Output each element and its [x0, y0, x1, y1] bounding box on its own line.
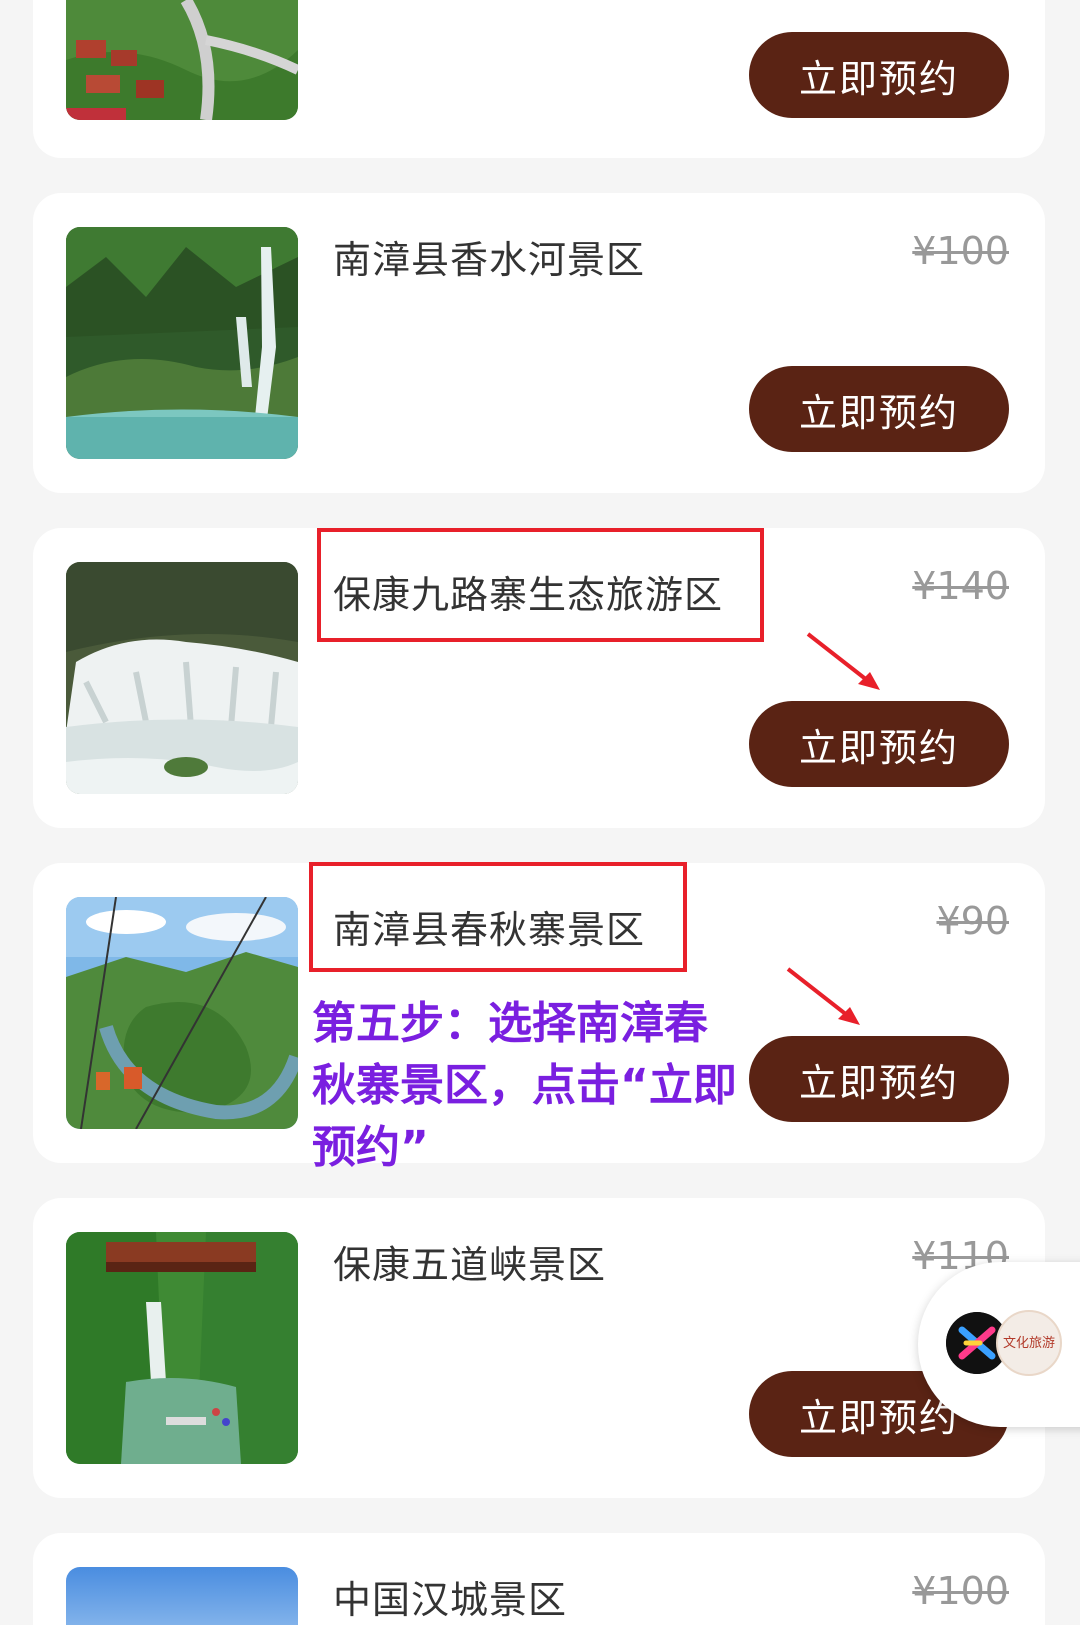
scenic-name: 中国汉城景区 — [333, 1578, 568, 1622]
badge-text: 文化旅游 — [1002, 1335, 1055, 1351]
scenic-card[interactable]: 中国汉城景区 ¥100 — [33, 1533, 1045, 1625]
scenic-thumbnail — [66, 1567, 298, 1625]
scenic-thumbnail — [66, 1232, 298, 1464]
book-now-button[interactable]: 立即预约 — [749, 366, 1009, 452]
scenic-thumbnail — [66, 227, 298, 459]
original-price: ¥90 — [936, 899, 1009, 943]
arrow-icon — [786, 967, 860, 1025]
highlight-box — [309, 862, 687, 972]
book-now-button[interactable]: 立即预约 — [749, 701, 1009, 787]
scenic-card[interactable]: 南漳县香水河景区 ¥100 立即预约 — [33, 193, 1045, 493]
scenic-thumbnail — [66, 0, 298, 120]
highlight-box — [317, 528, 764, 642]
scenic-thumbnail — [66, 897, 298, 1129]
floating-widget[interactable]: 文化旅游 — [918, 1262, 1080, 1427]
culture-tourism-badge-icon[interactable]: 文化旅游 — [996, 1310, 1062, 1376]
scenic-name: 保康五道峡景区 — [333, 1243, 607, 1287]
book-now-button[interactable]: 立即预约 — [749, 1036, 1009, 1122]
original-price: ¥100 — [912, 229, 1009, 273]
scenic-name: 南漳县香水河景区 — [333, 238, 646, 282]
scenic-card[interactable]: 保康五道峡景区 ¥110 立即预约 — [33, 1198, 1045, 1498]
instruction-text: 第五步：选择南漳春秋寨景区，点击“立即预约” — [312, 998, 737, 1173]
original-price: ¥140 — [912, 564, 1009, 608]
scenic-card[interactable]: 立即预约 — [33, 0, 1045, 158]
scenic-thumbnail — [66, 562, 298, 794]
original-price: ¥100 — [912, 1569, 1009, 1613]
book-now-button[interactable]: 立即预约 — [749, 32, 1009, 118]
arrow-icon — [806, 632, 880, 690]
